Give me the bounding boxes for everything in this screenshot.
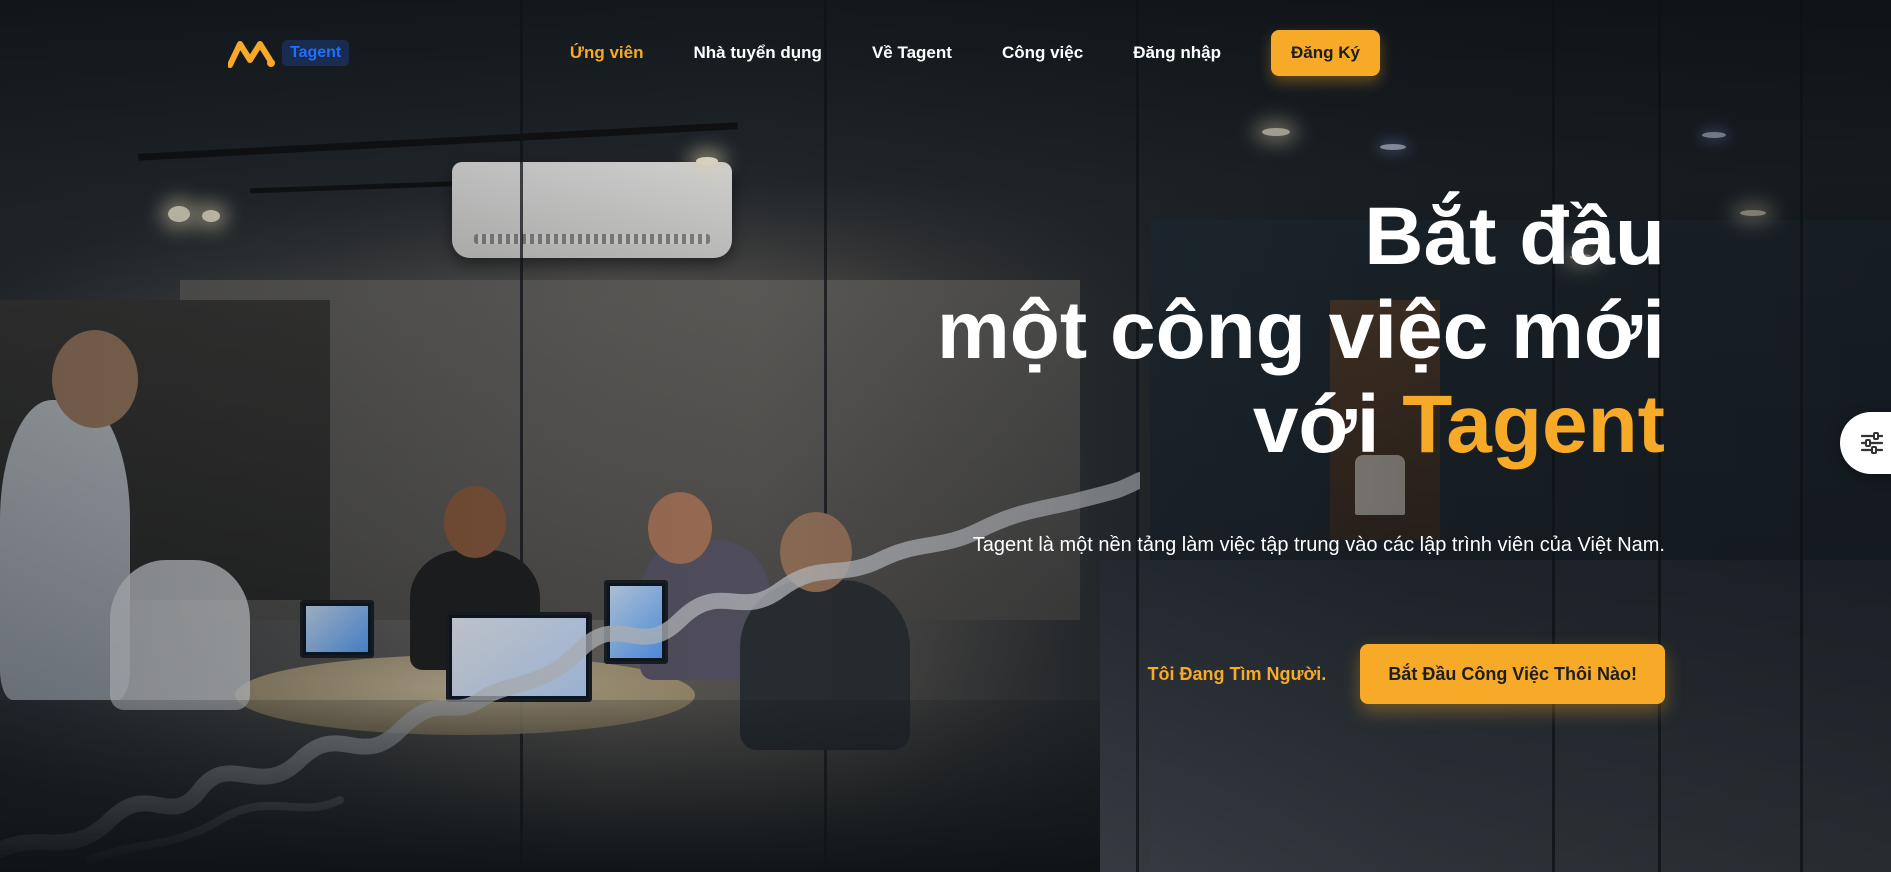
hero-title: Bắt đầu một công việc mới với Tagent xyxy=(937,190,1665,472)
signup-button[interactable]: Đăng Ký xyxy=(1271,30,1380,76)
logo-text: Tagent xyxy=(282,40,350,66)
nav-item-login[interactable]: Đăng nhập xyxy=(1133,30,1221,76)
sliders-icon xyxy=(1860,432,1884,454)
nav-item-employers[interactable]: Nhà tuyển dụng xyxy=(694,30,822,76)
nav-item-candidates[interactable]: Ứng viên xyxy=(570,30,644,76)
hero-title-brand-accent: Tagent xyxy=(1402,379,1665,470)
nav-item-jobs[interactable]: Công việc xyxy=(1002,30,1083,76)
nav-item-about[interactable]: Về Tagent xyxy=(872,30,952,76)
hiring-link[interactable]: Tôi Đang Tìm Người. xyxy=(1147,664,1326,685)
hero-subtitle: Tagent là một nền tảng làm việc tập trun… xyxy=(972,534,1665,556)
hero-title-line-1: Bắt đầu xyxy=(1364,191,1665,282)
logo[interactable]: Tagent xyxy=(228,38,350,68)
hero-title-line-2: một công việc mới xyxy=(936,285,1665,376)
main-nav: Ứng viên Nhà tuyển dụng Về Tagent Công v… xyxy=(570,30,1380,76)
hero-cta-row: Tôi Đang Tìm Người. Bắt Đầu Công Việc Th… xyxy=(1147,644,1665,704)
hero-title-line-3-prefix: với xyxy=(1252,379,1403,470)
tagent-logo-mark-icon xyxy=(228,41,275,68)
start-job-button[interactable]: Bắt Đầu Công Việc Thôi Nào! xyxy=(1360,644,1665,704)
